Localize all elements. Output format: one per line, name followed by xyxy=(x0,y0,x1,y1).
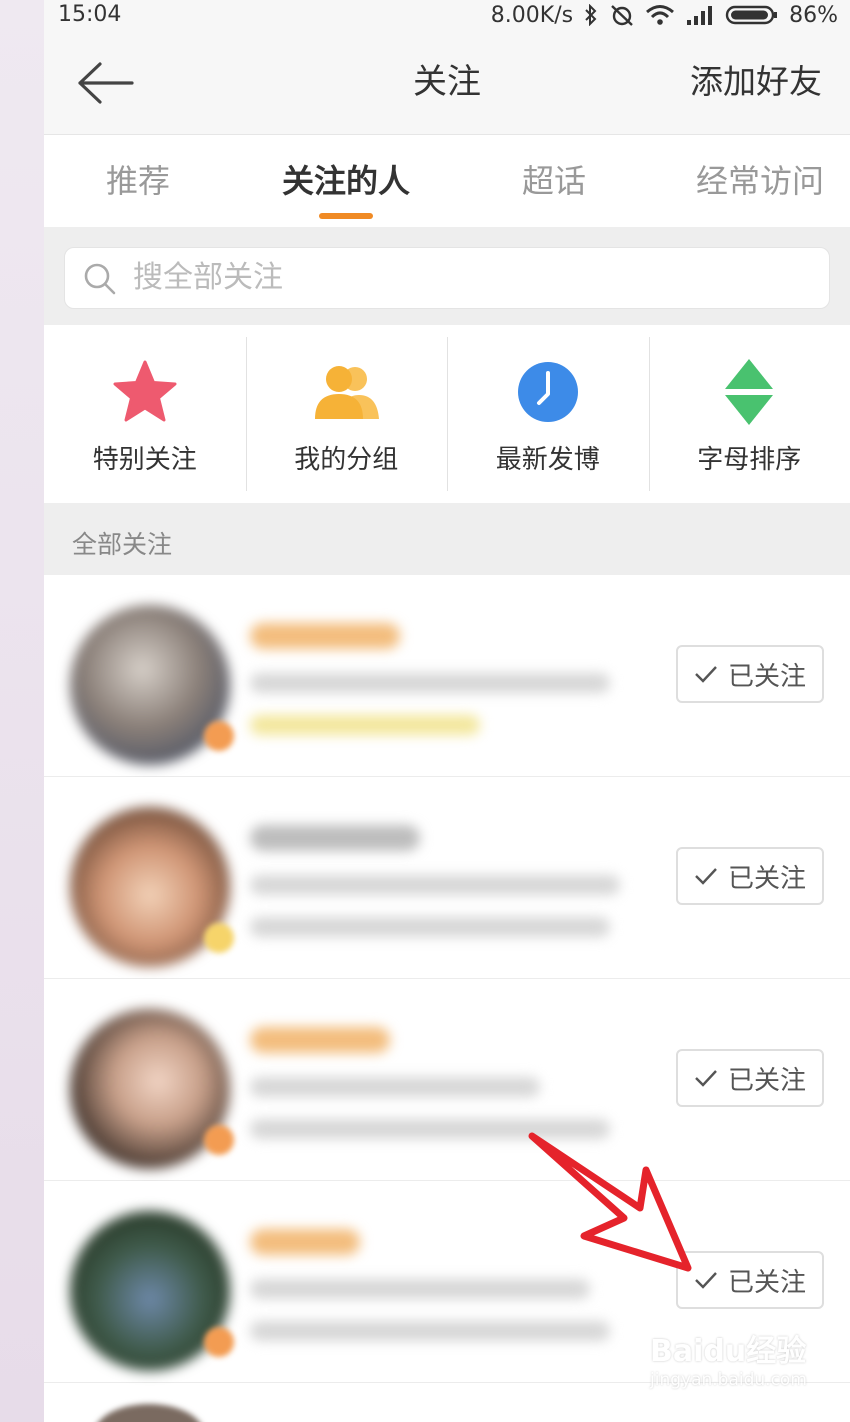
my-groups-button[interactable]: 我的分组 xyxy=(245,325,448,503)
section-header: 全部关注 xyxy=(44,503,850,575)
verified-badge xyxy=(204,721,234,751)
following-button[interactable]: 已关注 xyxy=(676,645,824,703)
tab-label: 超话 xyxy=(522,162,587,200)
search-input[interactable] xyxy=(133,248,733,306)
quick-action-label: 字母排序 xyxy=(697,445,802,475)
watermark-url: jingyan.baidu.com xyxy=(650,1370,807,1390)
user-meta-blurred xyxy=(250,715,480,735)
search-section xyxy=(44,227,850,325)
tab-super-topic[interactable]: 超话 xyxy=(522,135,586,227)
quick-action-label: 特别关注 xyxy=(92,445,197,475)
sort-icon xyxy=(725,359,774,425)
tab-label: 推荐 xyxy=(106,162,171,200)
following-button-label: 已关注 xyxy=(727,661,806,692)
following-button[interactable]: 已关注 xyxy=(676,847,824,905)
status-bar: 15:04 8.00K/s 86% xyxy=(44,0,850,30)
user-description-blurred xyxy=(250,673,610,693)
tab-label: 关注的人 xyxy=(282,162,411,200)
wifi-icon xyxy=(646,5,675,25)
check-icon xyxy=(695,1070,717,1087)
search-box[interactable] xyxy=(64,247,830,309)
add-friend-button[interactable]: 添加好友 xyxy=(690,30,822,134)
following-button[interactable]: 已关注 xyxy=(676,1049,824,1107)
phone-screen: 15:04 8.00K/s 86% 关注 添加好友 推荐 关注的人 超话 经常访… xyxy=(44,0,850,1422)
alarm-off-icon xyxy=(611,5,633,26)
baidu-watermark: Baidu经验 jingyan.baidu.com xyxy=(650,1326,840,1406)
search-icon xyxy=(84,263,116,295)
tab-following[interactable]: 关注的人 xyxy=(282,135,410,227)
tab-bar: 推荐 关注的人 超话 经常访问 xyxy=(44,135,850,227)
signal-icon xyxy=(687,6,713,25)
navigation-bar: 关注 添加好友 xyxy=(44,30,850,135)
avatar xyxy=(94,1404,204,1422)
clock-icon xyxy=(517,362,578,422)
list-item[interactable]: 已关注 xyxy=(44,575,850,777)
user-meta-blurred xyxy=(250,1321,610,1341)
check-icon xyxy=(695,666,717,683)
alphabetical-sort-button[interactable]: 字母排序 xyxy=(648,325,850,503)
user-name-blurred[interactable] xyxy=(250,1027,390,1053)
user-description-blurred xyxy=(250,875,620,895)
user-description-blurred xyxy=(250,1077,540,1097)
following-button-label: 已关注 xyxy=(727,1065,806,1096)
status-icons: 8.00K/s 86% xyxy=(491,0,838,30)
quick-action-label: 我的分组 xyxy=(294,445,399,475)
battery-level: 86% xyxy=(789,2,838,28)
user-name-blurred[interactable] xyxy=(250,623,400,649)
tab-recommend[interactable]: 推荐 xyxy=(106,135,170,227)
follow-list: 已关注 已关注 已关注 已关注 xyxy=(44,575,850,1383)
check-icon xyxy=(695,868,717,885)
verified-badge xyxy=(204,1125,234,1155)
annotation-arrow-icon xyxy=(528,1132,692,1272)
quick-actions: 特别关注 我的分组 最新发博 字母排序 xyxy=(44,325,850,503)
list-item[interactable]: 已关注 xyxy=(44,777,850,979)
tab-frequent[interactable]: 经常访问 xyxy=(696,135,824,227)
special-follow-button[interactable]: 特别关注 xyxy=(44,325,246,503)
bluetooth-icon xyxy=(585,4,597,26)
quick-action-label: 最新发博 xyxy=(495,445,600,475)
watermark-logo-text: Baidu经验 xyxy=(650,1334,807,1369)
user-name-blurred[interactable] xyxy=(250,825,420,851)
tab-active-indicator xyxy=(319,213,373,219)
user-name-blurred[interactable] xyxy=(250,1229,360,1255)
tab-label: 经常访问 xyxy=(696,162,825,200)
group-icon xyxy=(315,366,380,419)
user-meta-blurred xyxy=(250,917,610,937)
following-button-label: 已关注 xyxy=(727,863,806,894)
following-button-label: 已关注 xyxy=(727,1267,806,1298)
verified-badge xyxy=(204,923,234,953)
verified-badge xyxy=(204,1327,234,1357)
latest-posts-button[interactable]: 最新发博 xyxy=(447,325,649,503)
network-speed: 8.00K/s xyxy=(490,2,574,28)
battery-icon xyxy=(725,5,778,25)
status-time: 15:04 xyxy=(58,2,122,27)
list-item[interactable]: 已关注 xyxy=(44,979,850,1181)
star-icon xyxy=(113,360,177,422)
